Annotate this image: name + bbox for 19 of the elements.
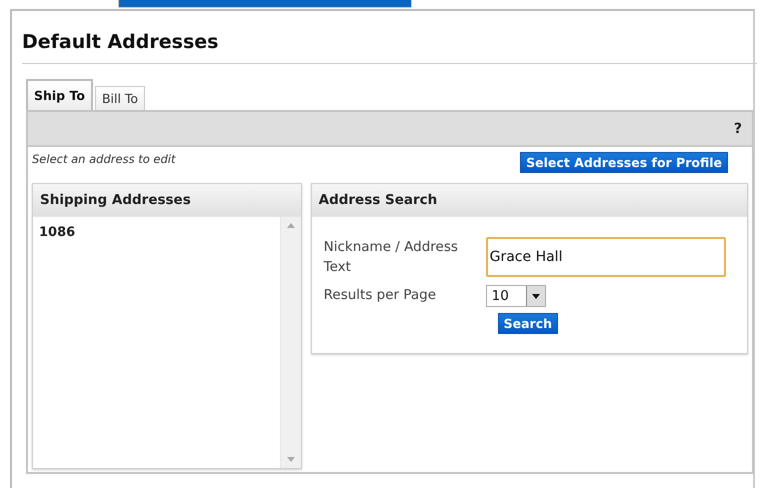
address-item[interactable]: 1086 <box>39 225 274 240</box>
tab[interactable]: Bill To <box>94 86 146 110</box>
panel-title: Shipping Addresses <box>40 192 191 208</box>
field-label: Nickname / Address Text <box>324 238 459 277</box>
panel-title: Address Search <box>318 192 438 208</box>
nickname-field[interactable]: Grace Hall <box>486 237 726 277</box>
scrollbar[interactable] <box>280 217 301 468</box>
page-tab[interactable] <box>118 0 412 8</box>
search-button[interactable]: Search <box>498 313 558 334</box>
help-button[interactable]: ? <box>734 120 742 136</box>
tab[interactable]: Ship To <box>26 79 93 110</box>
caret-icon <box>532 294 540 298</box>
select-addresses-button[interactable]: Select Addresses for Profile <box>520 152 728 173</box>
hint-text: Select an address to edit <box>32 152 176 166</box>
scroll-up-icon[interactable] <box>286 223 295 228</box>
results-dropdown[interactable]: 10 <box>486 285 546 307</box>
scroll-down-icon[interactable] <box>286 457 295 462</box>
field-label: Results per Page <box>324 286 438 305</box>
page-title: Default Addresses <box>22 31 757 64</box>
